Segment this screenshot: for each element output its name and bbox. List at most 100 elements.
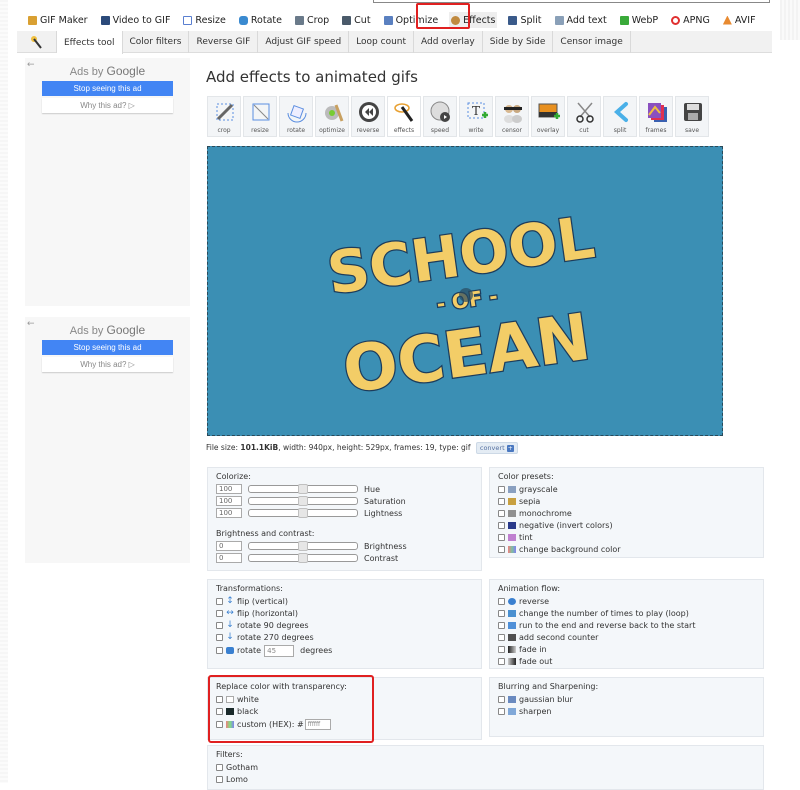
rotate-custom-option[interactable]: rotate 45 degrees bbox=[216, 643, 473, 658]
rotate-270-option[interactable]: ↓ rotate 270 degrees bbox=[216, 631, 473, 643]
tab-reverse-gif[interactable]: Reverse GIF bbox=[189, 31, 259, 53]
checkbox[interactable] bbox=[498, 521, 505, 529]
preset-tint[interactable]: tint bbox=[498, 531, 755, 543]
saturation-input[interactable]: 100 bbox=[216, 496, 242, 506]
hue-input[interactable]: 100 bbox=[216, 484, 242, 494]
checkbox[interactable] bbox=[498, 695, 505, 703]
tool-split[interactable]: split bbox=[603, 96, 637, 137]
back-arrow-icon[interactable]: ← bbox=[27, 60, 35, 70]
tool-frames[interactable]: frames bbox=[639, 96, 673, 137]
nav-split[interactable]: Split bbox=[506, 12, 543, 28]
tab-color-filters[interactable]: Color filters bbox=[123, 31, 190, 53]
tool-write[interactable]: Twrite bbox=[459, 96, 493, 137]
nav-crop[interactable]: Crop bbox=[293, 12, 331, 28]
checkbox[interactable] bbox=[498, 657, 505, 665]
why-this-ad-button[interactable]: Why this ad? ▷ bbox=[42, 98, 173, 113]
preset-grayscale[interactable]: grayscale bbox=[498, 483, 755, 495]
checkbox[interactable] bbox=[498, 609, 505, 617]
preset-monochrome[interactable]: monochrome bbox=[498, 507, 755, 519]
fade-in-option[interactable]: fade in bbox=[498, 643, 755, 655]
checkbox[interactable] bbox=[498, 597, 505, 605]
nav-resize[interactable]: Resize bbox=[181, 12, 227, 28]
checkbox[interactable] bbox=[498, 633, 505, 641]
nav-optimize[interactable]: Optimize bbox=[382, 12, 441, 28]
slider-thumb[interactable] bbox=[298, 508, 308, 518]
stop-seeing-ad-button[interactable]: Stop seeing this ad bbox=[42, 81, 173, 96]
tab-loop-count[interactable]: Loop count bbox=[349, 31, 415, 53]
checkbox[interactable] bbox=[216, 633, 223, 641]
flip-horizontal-option[interactable]: ↔ flip (horizontal) bbox=[216, 607, 473, 619]
convert-button[interactable]: convert + bbox=[475, 442, 518, 454]
checkbox[interactable] bbox=[216, 720, 223, 728]
checkbox[interactable] bbox=[216, 775, 223, 783]
bounce-option[interactable]: run to the end and reverse back to the s… bbox=[498, 619, 755, 631]
checkbox[interactable] bbox=[498, 497, 505, 505]
nav-effects[interactable]: Effects bbox=[449, 12, 498, 28]
tab-effects-tool[interactable]: Effects tool bbox=[57, 31, 123, 54]
rotate-90-option[interactable]: ↓ rotate 90 degrees bbox=[216, 619, 473, 631]
tool-save[interactable]: save bbox=[675, 96, 709, 137]
checkbox[interactable] bbox=[216, 763, 223, 771]
tab-adjust-gif-speed[interactable]: Adjust GIF speed bbox=[258, 31, 350, 53]
nav-add-text[interactable]: Add text bbox=[553, 12, 609, 28]
brightness-input[interactable]: 0 bbox=[216, 541, 242, 551]
tool-rotate[interactable]: rotate bbox=[279, 96, 313, 137]
checkbox[interactable] bbox=[498, 545, 505, 553]
checkbox[interactable] bbox=[498, 621, 505, 629]
slider-thumb[interactable] bbox=[298, 484, 308, 494]
filter-lomo-option[interactable]: Lomo bbox=[216, 773, 755, 785]
tool-speed[interactable]: speed bbox=[423, 96, 457, 137]
replace-white-option[interactable]: white bbox=[216, 693, 473, 705]
checkbox[interactable] bbox=[498, 485, 505, 493]
why-this-ad-button[interactable]: Why this ad? ▷ bbox=[42, 357, 173, 372]
contrast-input[interactable]: 0 bbox=[216, 553, 242, 563]
tool-resize[interactable]: resize bbox=[243, 96, 277, 137]
back-arrow-icon[interactable]: ← bbox=[27, 319, 35, 329]
nav-video-to-gif[interactable]: Video to GIF bbox=[99, 12, 173, 28]
saturation-slider[interactable] bbox=[248, 496, 358, 506]
hue-slider[interactable] bbox=[248, 484, 358, 494]
rotate-degrees-input[interactable]: 45 bbox=[264, 644, 295, 657]
checkbox[interactable] bbox=[498, 533, 505, 541]
loop-option[interactable]: change the number of times to play (loop… bbox=[498, 607, 755, 619]
tool-cut[interactable]: cut bbox=[567, 96, 601, 137]
nav-avif[interactable]: AVIF bbox=[721, 12, 758, 28]
slider-thumb[interactable] bbox=[298, 553, 308, 563]
lightness-slider[interactable] bbox=[248, 508, 358, 518]
brightness-slider[interactable] bbox=[248, 541, 358, 551]
filter-gotham-option[interactable]: Gotham bbox=[216, 761, 755, 773]
nav-rotate[interactable]: Rotate bbox=[237, 12, 284, 28]
sharpen-option[interactable]: sharpen bbox=[498, 705, 755, 717]
tool-crop[interactable]: crop bbox=[207, 96, 241, 137]
reverse-option[interactable]: reverse bbox=[498, 595, 755, 607]
gaussian-blur-option[interactable]: gaussian blur bbox=[498, 693, 755, 705]
preset-negative[interactable]: negative (invert colors) bbox=[498, 519, 755, 531]
tool-reverse[interactable]: reverse bbox=[351, 96, 385, 137]
stop-seeing-ad-button[interactable]: Stop seeing this ad bbox=[42, 340, 173, 355]
checkbox[interactable] bbox=[216, 621, 223, 629]
tool-overlay[interactable]: overlay bbox=[531, 96, 565, 137]
checkbox[interactable] bbox=[216, 707, 223, 715]
fade-out-option[interactable]: fade out bbox=[498, 655, 755, 667]
checkbox[interactable] bbox=[216, 695, 223, 703]
counter-option[interactable]: add second counter bbox=[498, 631, 755, 643]
tool-optimize[interactable]: optimize bbox=[315, 96, 349, 137]
tool-effects[interactable]: effects bbox=[387, 96, 421, 137]
replace-custom-option[interactable]: custom (HEX): # ffffff bbox=[216, 717, 473, 731]
checkbox[interactable] bbox=[498, 645, 505, 653]
tab-censor-image[interactable]: Censor image bbox=[553, 31, 631, 53]
lightness-input[interactable]: 100 bbox=[216, 508, 242, 518]
flip-vertical-option[interactable]: ↕ flip (vertical) bbox=[216, 595, 473, 607]
checkbox[interactable] bbox=[498, 707, 505, 715]
replace-black-option[interactable]: black bbox=[216, 705, 473, 717]
nav-webp[interactable]: WebP bbox=[618, 12, 660, 28]
checkbox[interactable] bbox=[216, 647, 223, 654]
tool-censor[interactable]: censor bbox=[495, 96, 529, 137]
nav-cut[interactable]: Cut bbox=[340, 12, 372, 28]
hex-color-input[interactable]: ffffff bbox=[304, 718, 331, 730]
slider-thumb[interactable] bbox=[298, 541, 308, 551]
checkbox[interactable] bbox=[216, 609, 223, 617]
contrast-slider[interactable] bbox=[248, 553, 358, 563]
preset-background-color[interactable]: change background color bbox=[498, 543, 755, 555]
tab-add-overlay[interactable]: Add overlay bbox=[414, 31, 483, 53]
